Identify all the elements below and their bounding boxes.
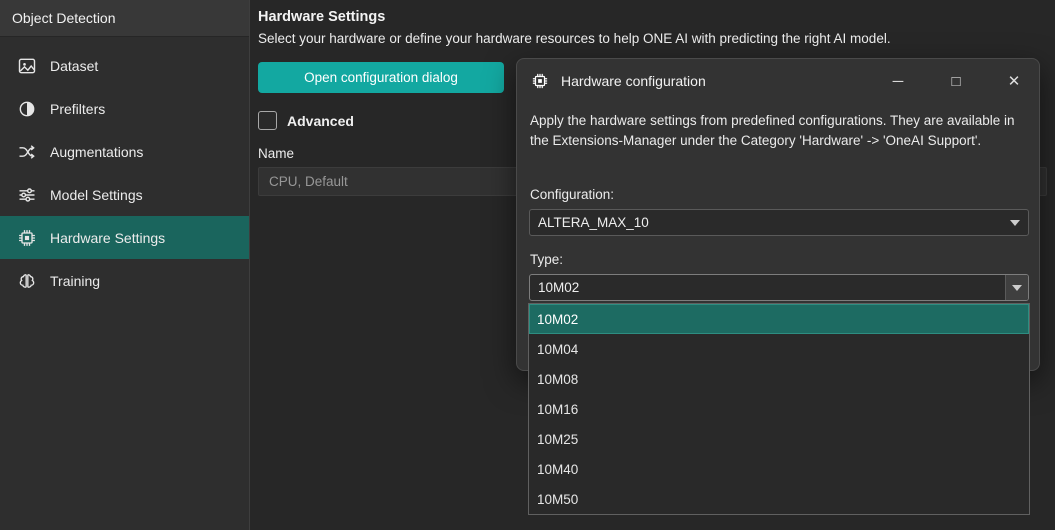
sidebar-item-label: Model Settings bbox=[50, 187, 143, 203]
dropdown-option[interactable]: 10M40 bbox=[529, 454, 1029, 484]
tune-icon bbox=[17, 185, 37, 205]
dropdown-option[interactable]: 10M08 bbox=[529, 364, 1029, 394]
configuration-select-value: ALTERA_MAX_10 bbox=[538, 215, 649, 230]
sidebar-item-hardware-settings[interactable]: Hardware Settings bbox=[0, 216, 249, 259]
dropdown-option[interactable]: 10M16 bbox=[529, 394, 1029, 424]
open-configuration-dialog-button[interactable]: Open configuration dialog bbox=[258, 62, 504, 93]
page-title: Hardware Settings bbox=[258, 9, 385, 25]
chevron-down-icon bbox=[1010, 220, 1020, 226]
configuration-select[interactable]: ALTERA_MAX_10 bbox=[529, 209, 1029, 236]
dropdown-option[interactable]: 10M02 bbox=[529, 304, 1029, 334]
sidebar-item-label: Prefilters bbox=[50, 101, 105, 117]
type-select[interactable]: 10M02 bbox=[529, 274, 1029, 301]
close-icon[interactable]: ✕ bbox=[1003, 72, 1025, 90]
advanced-label: Advanced bbox=[287, 113, 354, 129]
sidebar-item-label: Hardware Settings bbox=[50, 230, 165, 246]
maximize-button[interactable]: □ bbox=[945, 73, 967, 90]
sidebar-title: Object Detection bbox=[0, 0, 249, 37]
chip-icon bbox=[531, 72, 549, 90]
image-icon bbox=[17, 56, 37, 76]
sidebar-item-label: Training bbox=[50, 273, 100, 289]
minimize-button[interactable]: ─ bbox=[887, 73, 909, 90]
advanced-row: Advanced bbox=[258, 111, 354, 130]
type-select-arrow-button[interactable] bbox=[1005, 275, 1028, 300]
brain-icon bbox=[17, 271, 37, 291]
sidebar-item-label: Dataset bbox=[50, 58, 98, 74]
configuration-label: Configuration: bbox=[530, 187, 614, 202]
sidebar-item-label: Augmentations bbox=[50, 144, 143, 160]
dialog-window-controls: ─ □ ✕ bbox=[887, 72, 1025, 90]
sidebar: Object Detection Dataset bbox=[0, 0, 250, 530]
app-window: Object Detection Dataset bbox=[0, 0, 1055, 530]
chevron-down-icon bbox=[1012, 285, 1022, 291]
sidebar-nav: Dataset Prefilters bbox=[0, 44, 249, 302]
sidebar-item-prefilters[interactable]: Prefilters bbox=[0, 87, 249, 130]
dialog-title: Hardware configuration bbox=[561, 73, 706, 89]
chip-icon bbox=[17, 228, 37, 248]
dropdown-option[interactable]: 10M25 bbox=[529, 424, 1029, 454]
lens-icon bbox=[17, 99, 37, 119]
type-select-value: 10M02 bbox=[538, 280, 579, 295]
type-label: Type: bbox=[530, 252, 563, 267]
name-input-value: CPU, Default bbox=[269, 174, 348, 189]
dialog-titlebar[interactable]: Hardware configuration ─ □ ✕ bbox=[517, 59, 1039, 103]
page-subtitle: Select your hardware or define your hard… bbox=[258, 31, 891, 46]
shuffle-icon bbox=[17, 142, 37, 162]
sidebar-item-training[interactable]: Training bbox=[0, 259, 249, 302]
sidebar-item-model-settings[interactable]: Model Settings bbox=[0, 173, 249, 216]
name-label: Name bbox=[258, 146, 294, 161]
type-options-dropdown: 10M02 10M04 10M08 10M16 10M25 10M40 10M5… bbox=[528, 303, 1030, 515]
sidebar-item-augmentations[interactable]: Augmentations bbox=[0, 130, 249, 173]
sidebar-item-dataset[interactable]: Dataset bbox=[0, 44, 249, 87]
dialog-description: Apply the hardware settings from predefi… bbox=[530, 111, 1028, 150]
dropdown-option[interactable]: 10M50 bbox=[529, 484, 1029, 514]
advanced-checkbox[interactable] bbox=[258, 111, 277, 130]
dropdown-option[interactable]: 10M04 bbox=[529, 334, 1029, 364]
